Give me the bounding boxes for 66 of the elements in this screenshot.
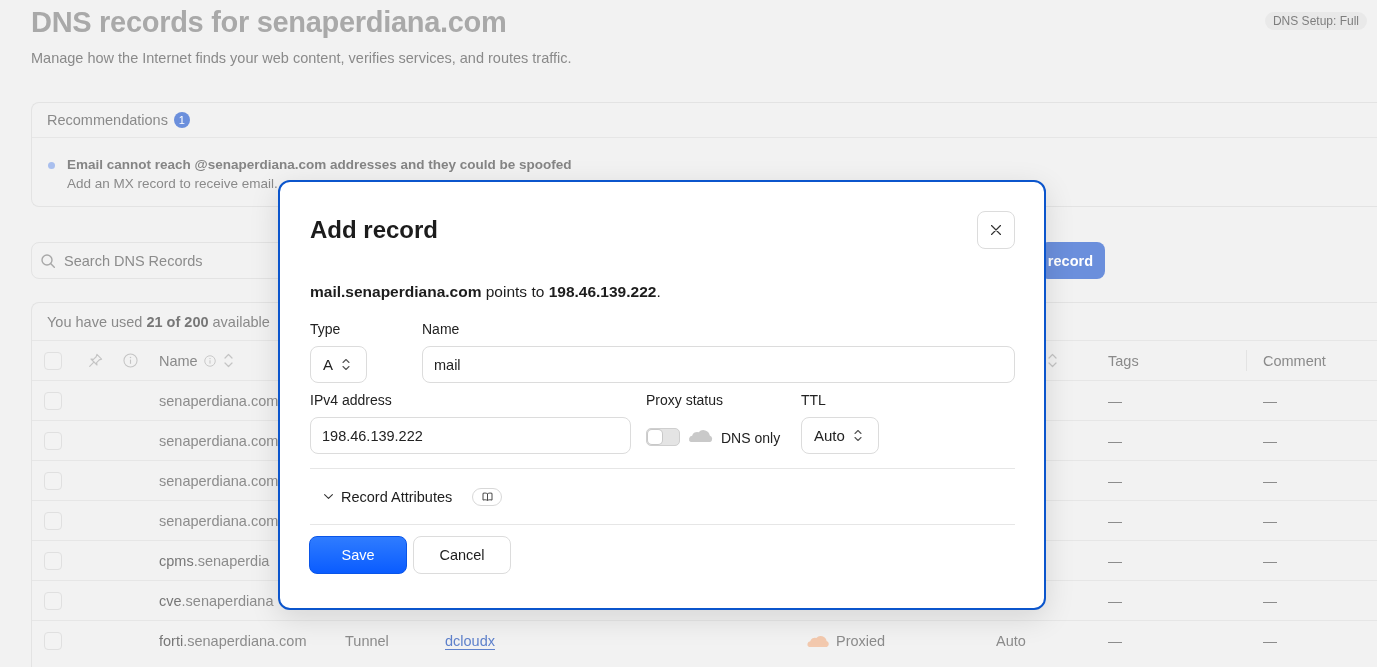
tags-value: — (1108, 392, 1122, 409)
chevron-icon (324, 494, 333, 499)
chevron-up-down-icon (342, 358, 350, 371)
field-label: Proxy status (646, 391, 724, 409)
proxy-status: Proxied (836, 632, 886, 649)
record-name: senaperdiana.com (159, 512, 279, 529)
field-label: Name (422, 320, 460, 338)
dns-setup-badge: DNS Setup: Full (1264, 12, 1367, 30)
pin-icon (88, 353, 103, 368)
record-type: Tunnel (345, 632, 389, 649)
ttl-select[interactable]: Auto (801, 417, 879, 454)
column-header: Name (159, 352, 198, 369)
proxy-toggle[interactable] (646, 427, 680, 446)
tags-value: — (1108, 472, 1122, 489)
recommendation-text: Add an MX record to receive email. (67, 175, 278, 193)
record-name: cve.senaperdiana (159, 592, 274, 609)
comment-value: — (1263, 632, 1277, 649)
dialog-title: Add record (310, 214, 438, 245)
usage-text: You have used 21 of 200 available (47, 312, 270, 331)
recommendations-title: Recommendations (47, 112, 168, 128)
column-header: Tags (1108, 352, 1139, 369)
sort-icon[interactable] (1048, 353, 1057, 368)
tags-value: — (1108, 552, 1122, 569)
close-button[interactable] (977, 210, 1015, 249)
type-select[interactable]: A (310, 346, 367, 383)
record-content-link[interactable]: dcloudx (445, 632, 495, 649)
tags-value: — (1108, 592, 1122, 609)
ttl-value: Auto (996, 632, 1026, 649)
info-icon (203, 354, 216, 367)
record-name: forti.senaperdiana.com (159, 632, 307, 649)
record-name: senaperdiana.com (159, 472, 279, 489)
record-name: senaperdiana.com (159, 392, 279, 409)
comment-value: — (1263, 432, 1277, 449)
record-name: senaperdiana.com (159, 432, 279, 449)
ipv4-address-input[interactable]: 198.46.139.222 (310, 417, 631, 454)
comment-value: — (1263, 552, 1277, 569)
page-subtitle: Manage how the Internet finds your web content, verifies services, and routes traffic. (31, 49, 572, 67)
save-button[interactable]: Save (309, 536, 407, 574)
cloud-icon (687, 429, 714, 442)
search-icon (41, 254, 55, 268)
count-badge: 1 (173, 112, 190, 128)
tags-value: — (1108, 512, 1122, 529)
record-attributes-toggle[interactable]: Record Attributes (324, 488, 453, 505)
record-name: cpms.senaperdia (159, 552, 270, 569)
column-header: Comment (1263, 352, 1326, 369)
cancel-button[interactable]: Cancel (413, 536, 511, 574)
bullet-dot-icon (48, 162, 55, 169)
info-icon (123, 353, 138, 368)
comment-value: — (1263, 472, 1277, 489)
comment-value: — (1263, 512, 1277, 529)
page-title: DNS records for senaperdiana.com (31, 5, 508, 40)
recommendation-title: Email cannot reach @senaperdiana.com addresses and they could be spoofed (67, 156, 572, 174)
proxy-status-text: DNS only (721, 429, 781, 446)
book-icon (481, 492, 493, 501)
comment-value: — (1263, 592, 1277, 609)
close-icon (991, 224, 1001, 235)
record-summary: mail.senaperdiana.com points to 198.46.139.222. (310, 282, 662, 302)
chevron-up-down-icon (853, 429, 862, 442)
tags-value: — (1108, 432, 1122, 449)
comment-value: — (1263, 392, 1277, 409)
field-label: Type (310, 320, 341, 338)
tags-value: — (1108, 632, 1122, 649)
field-label: TTL (801, 391, 826, 409)
field-label: IPv4 address (310, 391, 392, 409)
sort-icon[interactable] (223, 353, 233, 368)
name-input[interactable]: mail (422, 346, 1015, 383)
